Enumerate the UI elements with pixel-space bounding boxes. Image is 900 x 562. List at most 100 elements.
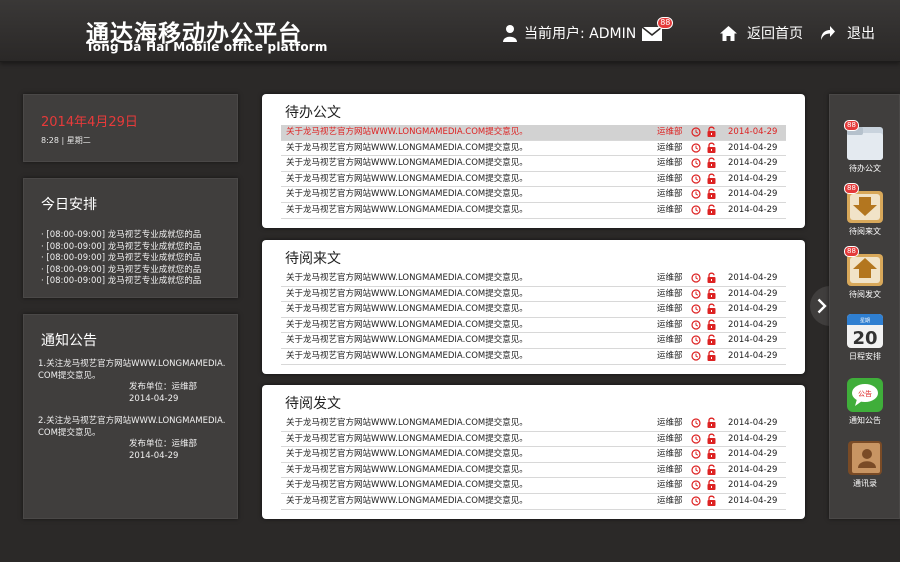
contacts-book-icon — [846, 440, 884, 476]
doc-row[interactable]: 关于龙马视艺官方网站WWW.LONGMAMEDIA.COM提交意见。 运维部 201… — [281, 478, 786, 494]
clock-icon — [691, 304, 701, 314]
schedule-item[interactable]: · [08:00-09:00] 龙马视艺专业成就您的品 — [41, 230, 201, 242]
schedule-item[interactable]: · [08:00-09:00] 龙马视艺专业成就您的品 — [41, 265, 201, 277]
outgoing-docs-list: 关于龙马视艺官方网站WWW.LONGMAMEDIA.COM提交意见。 运维部 201… — [281, 416, 786, 510]
clock-icon — [691, 496, 701, 506]
top-header: 通达海移动办公平台 Tong Da Hai Mobile office plat… — [0, 0, 900, 62]
doc-row[interactable]: 关于龙马视艺官方网站WWW.LONGMAMEDIA.COM提交意见。 运维部 201… — [281, 156, 786, 172]
doc-row[interactable]: 关于龙马视艺官方网站WWW.LONGMAMEDIA.COM提交意见。 运维部 201… — [281, 463, 786, 479]
doc-row[interactable]: 关于龙马视艺官方网站WWW.LONGMAMEDIA.COM提交意见。 运维部 201… — [281, 302, 786, 318]
pending-docs-list: 关于龙马视艺官方网站WWW.LONGMAMEDIA.COM提交意见。 运维部 201… — [281, 125, 786, 219]
doc-row[interactable]: 关于龙马视艺官方网站WWW.LONGMAMEDIA.COM提交意见。 运维部 201… — [281, 333, 786, 349]
doc-row[interactable]: 关于龙马视艺官方网站WWW.LONGMAMEDIA.COM提交意见。 运维部 201… — [281, 447, 786, 463]
notice-publisher: 发布单位：运维部 — [129, 382, 198, 392]
doc-row[interactable]: 关于龙马视艺官方网站WWW.LONGMAMEDIA.COM提交意见。 运维部 201… — [281, 318, 786, 334]
doc-row-title: 关于龙马视艺官方网站WWW.LONGMAMEDIA.COM提交意见。 — [286, 433, 528, 444]
today-schedule-title: 今日安排 — [41, 197, 97, 213]
doc-row-title: 关于龙马视艺官方网站WWW.LONGMAMEDIA.COM提交意见。 — [286, 127, 528, 137]
dock-label: 通知公告 — [849, 416, 881, 425]
lock-icon — [707, 417, 716, 428]
folder-icon: 88 — [844, 120, 884, 161]
home-button[interactable]: 返回首页 — [720, 23, 803, 43]
schedule-item[interactable]: · [08:00-09:00] 龙马视艺专业成就您的品 — [41, 242, 201, 254]
clock-icon — [691, 351, 701, 361]
notice-item[interactable]: 2.关注龙马视艺官方网站WWW.LONGMAMEDIA.COM提交意见。 发布单… — [38, 416, 228, 462]
clock-icon — [691, 433, 701, 444]
doc-row-dept: 运维部 — [657, 189, 683, 200]
doc-row-dept: 运维部 — [657, 464, 683, 475]
dock-item-outgoing-docs[interactable]: 88 待阅发文 — [844, 246, 886, 300]
dock-item-contacts[interactable]: 通讯录 — [846, 440, 886, 489]
clock-icon — [691, 480, 701, 490]
dock-label: 待阅发文 — [849, 290, 881, 299]
doc-row-title: 关于龙马视艺官方网站WWW.LONGMAMEDIA.COM提交意见。 — [286, 350, 528, 361]
doc-row[interactable]: 关于龙马视艺官方网站WWW.LONGMAMEDIA.COM提交意见。 运维部 201… — [281, 432, 786, 448]
doc-row-date: 2014-04-29 — [728, 158, 778, 169]
exit-button[interactable]: 退出 — [820, 23, 875, 43]
doc-row[interactable]: 关于龙马视艺官方网站WWW.LONGMAMEDIA.COM提交意见。 运维部 201… — [281, 172, 786, 188]
doc-row-dept: 运维部 — [657, 433, 683, 444]
dock-label: 日程安排 — [849, 352, 881, 361]
doc-row[interactable]: 关于龙马视艺官方网站WWW.LONGMAMEDIA.COM提交意见。 运维部 201… — [281, 287, 786, 303]
home-label: 返回首页 — [747, 26, 803, 42]
doc-row-title: 关于龙马视艺官方网站WWW.LONGMAMEDIA.COM提交意见。 — [286, 173, 528, 184]
clock-icon — [691, 189, 701, 199]
outgoing-docs-badge: 88 — [844, 246, 859, 257]
clock-icon — [691, 127, 701, 137]
mail-button[interactable]: 88 — [641, 17, 674, 41]
today-schedule-list: · [08:00-09:00] 龙马视艺专业成就您的品 · [08:00-09:… — [41, 230, 201, 288]
calendar-day: 20 — [852, 328, 877, 349]
chat-bubble-text: 公告 — [858, 389, 872, 398]
notice-date: 2014-04-29 — [129, 393, 179, 404]
lock-icon — [707, 188, 716, 200]
dock-item-incoming-docs[interactable]: 88 待阅来文 — [844, 183, 886, 237]
notice-publisher: 发布单位：运维部 — [129, 439, 198, 449]
current-user-area[interactable]: 当前用户: ADMIN 88 — [502, 17, 674, 43]
doc-row[interactable]: 关于龙马视艺官方网站WWW.LONGMAMEDIA.COM提交意见。 运维部 201… — [281, 494, 786, 510]
doc-row-dept: 运维部 — [657, 158, 683, 169]
doc-row-dept: 运维部 — [657, 350, 683, 361]
mail-icon — [641, 26, 663, 41]
doc-row-title: 关于龙马视艺官方网站WWW.LONGMAMEDIA.COM提交意见。 — [286, 158, 528, 169]
lock-icon — [707, 448, 716, 460]
incoming-docs-list: 关于龙马视艺官方网站WWW.LONGMAMEDIA.COM提交意见。 运维部 201… — [281, 271, 786, 365]
schedule-item[interactable]: · [08:00-09:00] 龙马视艺专业成就您的品 — [41, 276, 201, 288]
dock-item-notices[interactable]: 公告 通知公告 — [846, 377, 886, 426]
doc-row-dept: 运维部 — [657, 335, 683, 346]
lock-icon — [707, 272, 716, 283]
doc-row-dept: 运维部 — [657, 449, 683, 460]
notice-item[interactable]: 1.关注龙马视艺官方网站WWW.LONGMAMEDIA.COM提交意见。 发布单… — [38, 359, 228, 405]
lock-icon — [707, 464, 716, 475]
incoming-docs-title: 待阅来文 — [285, 251, 341, 267]
doc-row-title: 关于龙马视艺官方网站WWW.LONGMAMEDIA.COM提交意见。 — [286, 449, 528, 460]
doc-row[interactable]: 关于龙马视艺官方网站WWW.LONGMAMEDIA.COM提交意见。 运维部 201… — [281, 416, 786, 432]
chevron-right-icon — [817, 298, 827, 314]
pending-docs-panel: 待办公文 关于龙马视艺官方网站WWW.LONGMAMEDIA.COM提交意见。运… — [262, 94, 805, 228]
doc-row[interactable]: 关于龙马视艺官方网站WWW.LONGMAMEDIA.COM提交意见。 运维部 201… — [281, 141, 786, 157]
calendar-weekday: 星期 — [860, 318, 870, 324]
doc-row[interactable]: 关于龙马视艺官方网站WWW.LONGMAMEDIA.COM提交意见。 运维部 201… — [281, 271, 786, 287]
lock-icon — [707, 303, 716, 315]
doc-row[interactable]: 关于龙马视艺官方网站WWW.LONGMAMEDIA.COM提交意见。 运维部 201… — [281, 187, 786, 203]
current-time-weekday: 8:28 | 星期二 — [41, 136, 91, 145]
dock-item-calendar[interactable]: 星期 20 日程安排 — [846, 313, 886, 362]
doc-row-date: 2014-04-29 — [728, 418, 778, 428]
clock-icon — [691, 205, 701, 215]
doc-row-title: 关于龙马视艺官方网站WWW.LONGMAMEDIA.COM提交意见。 — [286, 204, 528, 215]
doc-row[interactable]: 关于龙马视艺官方网站WWW.LONGMAMEDIA.COM提交意见。 运维部 201… — [281, 203, 786, 219]
lock-icon — [707, 142, 716, 153]
doc-row-dept: 运维部 — [657, 304, 683, 315]
schedule-item[interactable]: · [08:00-09:00] 龙马视艺专业成就您的品 — [41, 253, 201, 265]
doc-row[interactable]: 关于龙马视艺官方网站WWW.LONGMAMEDIA.COM提交意见。 运维部 201… — [281, 125, 786, 141]
clock-icon — [691, 465, 701, 475]
doc-row-date: 2014-04-29 — [728, 433, 778, 444]
doc-row-dept: 运维部 — [657, 418, 683, 428]
doc-row-date: 2014-04-29 — [728, 142, 778, 153]
lock-icon — [707, 288, 716, 299]
clock-icon — [691, 320, 701, 330]
doc-row[interactable]: 关于龙马视艺官方网站WWW.LONGMAMEDIA.COM提交意见。 运维部 201… — [281, 349, 786, 365]
notice-text: 2.关注龙马视艺官方网站WWW.LONGMAMEDIA.COM提交意见。 — [38, 416, 226, 438]
dock-item-pending-docs[interactable]: 88 待办公文 — [844, 120, 886, 174]
doc-row-title: 关于龙马视艺官方网站WWW.LONGMAMEDIA.COM提交意见。 — [286, 464, 528, 475]
lock-icon — [707, 319, 716, 330]
